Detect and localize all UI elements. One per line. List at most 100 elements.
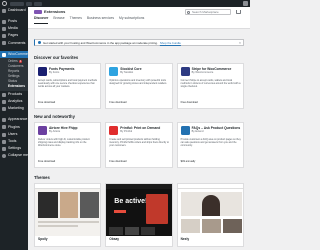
sidebar-item-comments[interactable]: Comments [0, 40, 28, 47]
collapse-arrow-icon [2, 154, 6, 159]
tab-my-subscriptions[interactable]: My subscriptions [119, 16, 144, 24]
sidebar-item-posts[interactable]: Posts [0, 18, 28, 25]
wrench-icon [2, 139, 6, 144]
product-price: Free download [38, 160, 56, 164]
search-icon [186, 10, 190, 14]
comments-counter-icon[interactable] [26, 1, 32, 6]
theme-name: Nexly [180, 237, 190, 241]
search-input[interactable] [185, 9, 231, 15]
product-vendor: By Fonts [49, 71, 60, 74]
chart-icon [2, 99, 6, 104]
megaphone-icon [2, 107, 6, 112]
product-card[interactable]: Stockist Core By Stockist Optimize opera… [105, 63, 173, 109]
product-icon [180, 126, 190, 135]
sidebar-item-tools[interactable]: Tools [0, 138, 28, 145]
theme-card[interactable]: Spoily [34, 183, 102, 247]
product-description: Provide customers a FAQ area on product … [180, 138, 241, 148]
site-name-button[interactable] [10, 1, 24, 6]
tab-business-services[interactable]: Business services [87, 16, 114, 24]
sidebar-item-plugins[interactable]: Plugins [0, 124, 28, 131]
woocommerce-icon [2, 52, 6, 57]
product-card[interactable]: Fonts Payments By Fonts Accept cards, su… [34, 63, 102, 109]
page-icon [2, 34, 6, 39]
product-vendor: By Airtore [49, 130, 61, 133]
product-card[interactable]: Airtore Hive Fhipp By Airtore Deliver or… [34, 122, 102, 168]
theme-name: Spoily [38, 237, 48, 241]
product-vendor: By Printful [120, 130, 133, 133]
woocommerce-submenu: Orders 1 Customers Reports Settings Statu… [0, 58, 28, 92]
page-title: Extensions [44, 9, 66, 15]
orders-count-badge: 1 [18, 58, 23, 64]
theme-hero-text: Be active! [114, 198, 148, 205]
notice-text: Get started with your hosting and WooCom… [43, 40, 158, 45]
theme-preview [35, 184, 101, 236]
product-price: Free download [109, 160, 127, 164]
users-icon [2, 132, 6, 137]
product-price: Free download [38, 101, 56, 105]
info-notice: Get started with your hosting and WooCom… [34, 39, 244, 46]
product-vendor: By Stockist [120, 71, 134, 74]
close-icon[interactable]: × [239, 41, 241, 45]
tab-themes[interactable]: Themes [70, 16, 82, 24]
marketplace-tabs: Discover Browse Themes Business services… [34, 16, 144, 25]
product-card[interactable]: Printful: Print on Demand By Printful Cr… [105, 122, 173, 168]
tab-browse[interactable]: Browse [53, 16, 64, 24]
product-vendor: By Extend [191, 130, 204, 133]
notice-link[interactable]: Shop the bundle [160, 41, 181, 45]
user-avatar[interactable] [243, 1, 248, 6]
info-icon [38, 41, 41, 44]
product-description: Deliver orders with high-fit, customizab… [38, 138, 90, 148]
theme-preview: Be active! [106, 184, 172, 236]
plugin-icon [2, 125, 6, 130]
sidebar-item-settings[interactable]: Settings [0, 145, 28, 152]
theme-preview [177, 184, 243, 236]
tab-discover[interactable]: Discover [34, 16, 49, 25]
media-icon [2, 26, 6, 31]
woo-logo [34, 9, 42, 14]
product-icon [38, 126, 47, 135]
product-price: Free download [180, 101, 198, 105]
product-icon [109, 126, 119, 135]
new-content-button[interactable] [34, 1, 42, 6]
favorites-section: Discover our favorites Fonts Payments By… [34, 55, 244, 109]
comment-icon [2, 41, 6, 46]
sidebar-item-media[interactable]: Media [0, 25, 28, 32]
dashboard-icon [2, 8, 6, 13]
extensions-header: Extensions Discover Browse Themes Busine… [28, 7, 250, 29]
cart-icon[interactable] [236, 9, 241, 14]
sidebar-item-woocommerce[interactable]: WooCommerce [0, 50, 33, 59]
sidebar-item-appearance[interactable]: Appearance [0, 117, 28, 124]
product-price: $49 annually [180, 160, 196, 164]
product-card[interactable]: Stripe for WooCommerce By WooCommerce Co… [176, 63, 244, 109]
product-description: Connect Stripe to accept cards, wallets … [180, 79, 241, 89]
new-noteworthy-section: New and noteworthy Airtore Hive Fhipp By… [34, 114, 244, 168]
product-vendor: By WooCommerce [191, 71, 214, 74]
themes-section: Themes Spoily Be active! Obsay Nexly [34, 175, 244, 247]
sidebar-item-analytics[interactable]: Analytics [0, 98, 28, 105]
product-description: Optimize operations and inventory with p… [109, 79, 167, 86]
admin-bar [0, 0, 250, 7]
product-icon [180, 67, 190, 76]
product-price: Free download [109, 101, 127, 105]
settings-icon [2, 147, 6, 152]
sidebar-item-products[interactable]: Products [0, 91, 28, 98]
pin-icon [2, 19, 6, 24]
product-icon [38, 67, 47, 76]
product-card[interactable]: FAQs – Ask Product Questions By Extend P… [176, 122, 244, 168]
submenu-extensions[interactable]: Extensions [0, 84, 28, 89]
section-title: New and noteworthy [34, 114, 75, 119]
sidebar-item-dashboard[interactable]: Dashboard [0, 7, 28, 14]
section-title: Discover our favorites [34, 55, 79, 60]
theme-card[interactable]: Nexly [176, 183, 244, 247]
wordpress-logo-icon[interactable] [2, 1, 7, 6]
product-icon [109, 67, 119, 76]
sidebar-item-pages[interactable]: Pages [0, 33, 28, 40]
archive-icon [2, 92, 6, 97]
sidebar-item-users[interactable]: Users [0, 131, 28, 138]
theme-name: Obsay [109, 237, 120, 241]
section-title: Themes [34, 175, 50, 180]
sidebar-item-marketing[interactable]: Marketing [0, 106, 28, 113]
product-description: Create and sell printed products without… [109, 138, 169, 148]
theme-card[interactable]: Be active! Obsay [105, 183, 173, 247]
sidebar-item-collapse[interactable]: Collapse menu [0, 153, 32, 160]
